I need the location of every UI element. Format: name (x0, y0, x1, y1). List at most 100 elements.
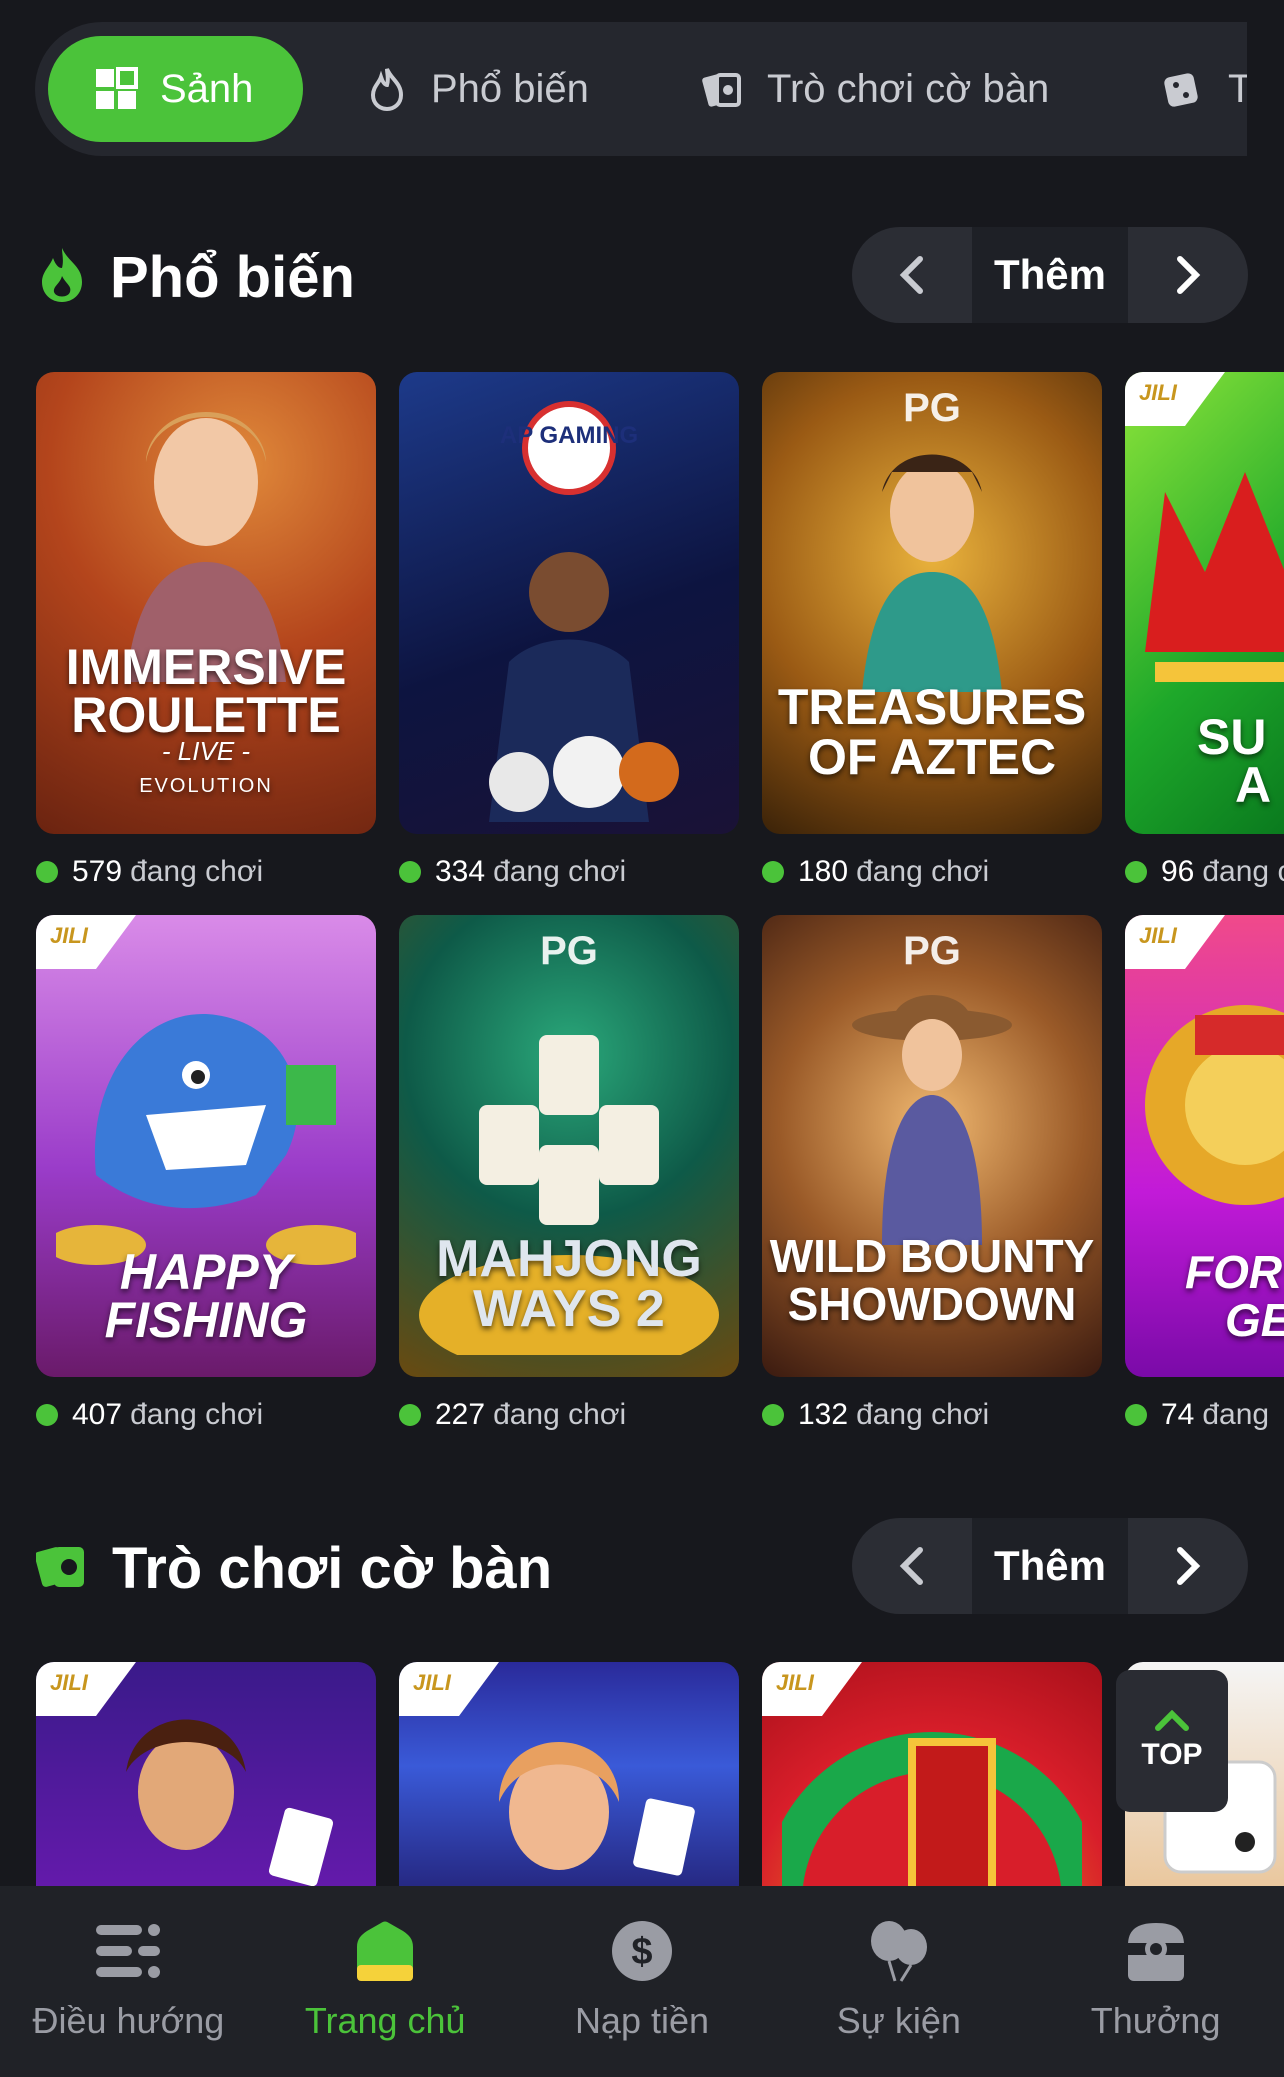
nav-label: Trang chủ (304, 2000, 466, 2041)
chevron-right-icon (1177, 1547, 1201, 1585)
game-title-line: GE (1225, 1294, 1284, 1346)
athletes-image (489, 552, 679, 822)
players-label: đang chơi (856, 855, 990, 888)
online-dot (36, 1404, 58, 1426)
players-number: 96 (1161, 855, 1195, 888)
players-label: đang chơi (130, 855, 264, 888)
players-count: 74 đang (1125, 1393, 1269, 1437)
tab-board-games[interactable]: Trò chơi cờ bàn (701, 36, 1049, 142)
chevron-left-icon (899, 1547, 923, 1585)
tab-next[interactable]: T (1162, 36, 1247, 142)
players-number: 227 (435, 1398, 486, 1431)
section-header-board-games: Trò chơi cờ bàn (34, 1518, 552, 1618)
more-button[interactable]: Thêm (972, 227, 1128, 323)
game-title-line: SHOWDOWN (787, 1278, 1077, 1330)
chevron-right-icon (1177, 256, 1201, 294)
dollar-icon: $ (609, 1918, 675, 1984)
aztec-heroine-image (862, 454, 1002, 692)
game-title-line: FOR (1185, 1246, 1283, 1298)
dice-icon (1162, 67, 1206, 111)
online-dot (762, 861, 784, 883)
tab-label: Trò chơi cờ bàn (767, 66, 1050, 111)
online-dot (36, 861, 58, 883)
players-label: đang chơi (493, 855, 627, 888)
shark-image (56, 1014, 356, 1265)
players-count: 579 đang chơi (36, 850, 263, 894)
nav-item-deposit[interactable]: $ Nạp tiền (514, 1886, 771, 2077)
svg-text:$: $ (631, 1931, 652, 1973)
players-number: 180 (798, 855, 849, 888)
players-label: đang chơi (856, 1398, 990, 1431)
provider-label: EVOLUTION (139, 775, 273, 797)
game-title-line: WAYS 2 (473, 1280, 665, 1338)
players-count: 334 đang chơi (399, 850, 626, 894)
provider-label: PG (903, 929, 961, 973)
players-number: 407 (72, 1398, 123, 1431)
menu-icon (95, 1918, 161, 1984)
game-card-board-3[interactable]: JILI (762, 1662, 1102, 1922)
players-count: 96 đang c (1125, 850, 1284, 894)
popular-pager: Thêm (852, 227, 1248, 323)
online-dot (399, 861, 421, 883)
game-card-treasures-of-aztec[interactable]: PG TREASURES OF AZTEC (762, 372, 1102, 834)
section-header-popular: Phổ biến (36, 227, 355, 327)
game-title-line: SU (1197, 709, 1267, 765)
flame-icon (36, 246, 88, 309)
crown-image (1145, 472, 1284, 682)
cowgirl-image (852, 995, 1012, 1245)
game-card-immersive-roulette[interactable]: IMMERSIVE ROULETTE - LIVE - EVOLUTION (36, 372, 376, 834)
nav-item-home[interactable]: Trang chủ (257, 1886, 514, 2077)
provider-label: JILI (1125, 915, 1225, 969)
players-label: đang (1202, 1398, 1270, 1431)
grid-icon (94, 67, 138, 111)
game-title-line: MAHJONG (436, 1230, 702, 1288)
game-card-partial-1[interactable]: JILI SU A (1125, 372, 1284, 834)
next-button[interactable] (1128, 227, 1248, 323)
chevron-up-icon (1155, 1710, 1189, 1731)
game-title-line: FISHING (104, 1292, 308, 1348)
prev-button[interactable] (852, 1518, 972, 1614)
category-tabs: Sảnh Phổ biến Trò chơi cờ bàn T (35, 22, 1247, 156)
section-title: Phổ biến (110, 244, 355, 310)
game-card-ap-gaming[interactable]: AP GAMING (399, 372, 739, 834)
game-title-line: TREASURES (777, 679, 1087, 735)
game-card-partial-2[interactable]: JILI FOR GE (1125, 915, 1284, 1377)
balloons-icon (866, 1918, 932, 1984)
players-count: 132 đang chơi (762, 1393, 989, 1437)
golden-dragon-image (1145, 1005, 1284, 1205)
cards-icon (34, 1539, 90, 1598)
game-card-wild-bounty-showdown[interactable]: PG WILD BOUNTY SHOWDOWN (762, 915, 1102, 1377)
online-dot (1125, 861, 1147, 883)
nav-label: Sự kiện (836, 2000, 961, 2041)
game-title-line: A (1235, 757, 1272, 813)
scroll-top-label: TOP (1141, 1738, 1203, 1771)
game-subtitle: - LIVE - (161, 736, 251, 766)
game-card-board-2[interactable]: JILI (399, 1662, 739, 1922)
online-dot (762, 1404, 784, 1426)
nav-item-events[interactable]: Sự kiện (770, 1886, 1027, 2077)
game-card-happy-fishing[interactable]: JILI HAPPY FISHING (36, 915, 376, 1377)
nav-item-navigation[interactable]: Điều hướng (0, 1886, 257, 2077)
players-number: 74 (1161, 1398, 1195, 1431)
scroll-top-button[interactable]: TOP (1116, 1670, 1228, 1812)
tab-label: Phổ biến (431, 66, 589, 111)
provider-label: JILI (1125, 372, 1225, 426)
bottom-navigation: Điều hướng Trang chủ $ Nạp tiền Sự kiện … (0, 1886, 1284, 2077)
provider-label: JILI (399, 1662, 499, 1716)
next-button[interactable] (1128, 1518, 1248, 1614)
more-button[interactable]: Thêm (972, 1518, 1128, 1614)
online-dot (399, 1404, 421, 1426)
nav-item-rewards[interactable]: Thưởng (1027, 1886, 1284, 2077)
game-card-mahjong-ways-2[interactable]: PG MAHJONG WAYS 2 (399, 915, 739, 1377)
provider-label: PG (540, 929, 598, 973)
prev-button[interactable] (852, 227, 972, 323)
nav-label: Thưởng (1090, 2000, 1221, 2041)
online-dot (1125, 1404, 1147, 1426)
tab-lobby[interactable]: Sảnh (48, 36, 304, 142)
game-title-line: WILD BOUNTY (769, 1230, 1095, 1282)
players-number: 579 (72, 855, 123, 888)
game-title-line: IMMERSIVE (65, 639, 347, 695)
game-card-board-1[interactable]: JILI (36, 1662, 376, 1922)
provider-label: JILI (36, 915, 136, 969)
tab-popular[interactable]: Phổ biến (365, 36, 589, 142)
